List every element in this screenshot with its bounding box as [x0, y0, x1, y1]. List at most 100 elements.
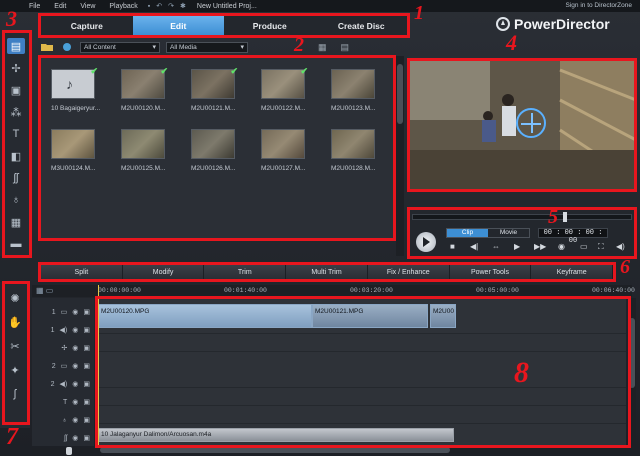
track-header-audio-1[interactable]: 1 ◀) ◉ ▣ — [32, 322, 94, 338]
signin-link[interactable]: Sign in to DirectorZone — [566, 2, 632, 9]
pan-zoom-crosshair-icon[interactable] — [516, 108, 546, 138]
multi-trim-button[interactable]: Multi Trim — [286, 265, 368, 279]
timeline-clip[interactable]: M2U00120.MPG — [98, 304, 312, 328]
preview-quality-icon[interactable]: ▭ — [580, 242, 588, 251]
download-media-icon[interactable] — [60, 42, 74, 52]
lock-icon[interactable]: ▣ — [83, 362, 90, 370]
timeline-vscrollbar-thumb[interactable] — [629, 318, 635, 388]
subtitle-room-icon[interactable]: ▬ — [7, 236, 25, 252]
power-tools-button[interactable]: Power Tools — [450, 265, 532, 279]
movie-mode-button[interactable]: Movie — [488, 229, 529, 237]
library-scrollbar-thumb[interactable] — [397, 64, 403, 124]
lock-icon[interactable]: ▣ — [83, 398, 90, 406]
voiceover-room-icon[interactable]: ♁ — [7, 192, 25, 208]
tab-produce[interactable]: Produce — [224, 16, 316, 35]
volume-icon[interactable]: ◀) — [616, 242, 625, 251]
tab-capture[interactable]: Capture — [41, 16, 133, 35]
lock-icon[interactable]: ▣ — [83, 344, 90, 352]
stop-icon[interactable]: ■ — [450, 242, 455, 251]
previous-frame-icon[interactable]: ◀| — [470, 242, 478, 251]
timeline-lanes[interactable]: M2U00120.MPG M2U00121.MPG M2U00 10 Jalag… — [96, 298, 626, 446]
music-fit-icon[interactable]: ʃ — [6, 386, 24, 402]
library-menu-icon[interactable]: ▤ — [341, 42, 350, 53]
undo-icon[interactable]: ↶ — [153, 2, 165, 10]
menu-view[interactable]: View — [73, 3, 102, 10]
track-header-title[interactable]: T ◉ ▣ — [32, 394, 94, 410]
pip-room-icon[interactable]: ▣ — [7, 82, 25, 98]
timeline-mode-icon[interactable]: ▦ ▭ — [36, 286, 53, 295]
audio-mixing-room-icon[interactable]: ʃʃ — [7, 170, 25, 186]
eye-icon[interactable]: ◉ — [72, 398, 78, 406]
timeline-playhead[interactable] — [98, 285, 99, 445]
library-item[interactable]: ✔ M2U00121.M... — [191, 66, 243, 112]
fast-forward-icon[interactable]: ▶▶ — [534, 242, 546, 251]
split-button[interactable]: Split — [41, 265, 123, 279]
library-item[interactable]: M2U00126.M... — [191, 129, 243, 172]
media-room-icon[interactable]: ▤ — [7, 38, 25, 54]
effect-room-icon[interactable]: ✢ — [7, 60, 25, 76]
view-mode-icon[interactable]: ▦ — [318, 42, 327, 53]
library-item[interactable]: ✔ M2U00122.M... — [261, 66, 313, 112]
lock-icon[interactable]: ▣ — [83, 308, 90, 316]
seek-bar[interactable] — [412, 212, 632, 222]
timeline-clip[interactable]: M2U00 — [430, 304, 456, 328]
library-scrollbar[interactable] — [396, 56, 404, 256]
eye-icon[interactable]: ◉ — [72, 362, 78, 370]
library-item[interactable]: ✔ M2U00120.M... — [121, 66, 173, 112]
eye-icon[interactable]: ◉ — [72, 416, 78, 424]
tab-create-disc[interactable]: Create Disc — [316, 16, 408, 35]
hand-icon[interactable]: ✋ — [6, 314, 24, 330]
track-header-video-2[interactable]: 2 ▭ ◉ ▣ — [32, 358, 94, 374]
tab-edit[interactable]: Edit — [132, 16, 224, 35]
menu-playback[interactable]: Playback — [102, 3, 144, 10]
eye-icon[interactable]: ◉ — [72, 326, 78, 334]
track-header-fx[interactable]: ✢ ◉ ▣ — [32, 340, 94, 356]
media-filter-select[interactable]: All Media — [166, 41, 248, 53]
content-filter-select[interactable]: All Content — [80, 41, 160, 53]
fast-forward-icon[interactable]: ⇔ — [492, 242, 500, 251]
library-item[interactable]: M2U00127.M... — [261, 129, 313, 172]
lock-icon[interactable]: ▣ — [83, 434, 90, 442]
track-header-voice[interactable]: ♁ ◉ ▣ — [32, 412, 94, 428]
timecode-display[interactable]: 00 : 00 : 00 : 00 — [538, 228, 608, 245]
library-item[interactable]: M2U00125.M... — [121, 129, 173, 172]
next-frame-icon[interactable]: ▶ — [514, 242, 520, 251]
track-header-video-1[interactable]: 1 ▭ ◉ ▣ — [32, 304, 94, 320]
timeline-vscrollbar[interactable] — [628, 298, 636, 446]
play-button[interactable] — [416, 232, 436, 252]
save-icon[interactable]: ▪ — [145, 3, 153, 10]
eye-icon[interactable]: ◉ — [72, 434, 78, 442]
redo-icon[interactable]: ↷ — [165, 2, 177, 10]
track-header-audio-2[interactable]: 2 ◀) ◉ ▣ — [32, 376, 94, 392]
import-media-icon[interactable] — [40, 42, 54, 52]
menu-file[interactable]: File — [22, 3, 47, 10]
fullscreen-icon[interactable]: ⛶ — [598, 242, 604, 252]
library-item[interactable]: M2U00123.M... — [331, 69, 383, 112]
preview-window[interactable] — [410, 60, 636, 190]
seek-knob[interactable] — [563, 212, 567, 222]
timeline-hscrollbar-thumb[interactable] — [100, 447, 450, 453]
lock-icon[interactable]: ▣ — [83, 326, 90, 334]
timeline-zoom-slider[interactable] — [32, 447, 94, 455]
fix-enhance-button[interactable]: Fix / Enhance — [368, 265, 450, 279]
clip-mode-button[interactable]: Clip — [447, 229, 488, 237]
timeline-clip[interactable]: M2U00121.MPG — [312, 304, 428, 328]
magic-wand-icon[interactable]: ✦ — [6, 362, 24, 378]
magic-tools-icon[interactable]: ✺ — [6, 290, 24, 306]
settings-icon[interactable]: ✱ — [177, 2, 189, 10]
timeline-ruler[interactable]: ▦ ▭ 00:00:00:00 00:01:40:00 00:03:20:00 … — [32, 285, 635, 297]
eye-icon[interactable]: ◉ — [72, 380, 78, 388]
keyframe-button[interactable]: Keyframe — [531, 265, 614, 279]
particle-room-icon[interactable]: ⁂ — [7, 104, 25, 120]
chapter-room-icon[interactable]: ▦ — [7, 214, 25, 230]
library-item[interactable]: M2U00128.M... — [331, 129, 383, 172]
library-item[interactable]: M3U00124.M... — [51, 129, 103, 172]
transition-room-icon[interactable]: ◧ — [7, 148, 25, 164]
snapshot-icon[interactable]: ◉ — [558, 242, 565, 251]
timeline-clip-music[interactable]: 10 Jalaganyur Dalimon/Arcuosan.m4a — [98, 428, 454, 442]
menu-edit[interactable]: Edit — [47, 3, 73, 10]
track-header-music[interactable]: ʃʃ ◉ ▣ — [32, 430, 94, 446]
trim-button[interactable]: Trim — [204, 265, 287, 279]
eye-icon[interactable]: ◉ — [72, 308, 78, 316]
cut-icon[interactable]: ✂ — [6, 338, 24, 354]
